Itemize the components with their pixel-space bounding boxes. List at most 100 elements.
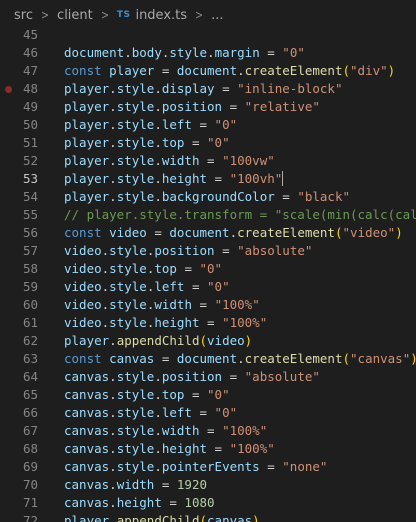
code-token: body bbox=[131, 45, 162, 60]
code-token: appendChild bbox=[116, 333, 200, 348]
code-token: . bbox=[154, 405, 162, 420]
code-line[interactable]: 65 canvas.style.top = "0" bbox=[0, 386, 416, 404]
code-token: = bbox=[154, 351, 177, 366]
code-text: player.style.position = "relative" bbox=[64, 98, 320, 116]
code-text: const canvas = document.createElement("c… bbox=[64, 350, 416, 368]
code-line[interactable]: 66 canvas.style.left = "0" bbox=[0, 404, 416, 422]
code-editor[interactable]: src > client > TS index.ts > ... 45 46 doc… bbox=[0, 0, 416, 522]
code-token: = bbox=[199, 423, 223, 438]
code-token: "0" bbox=[214, 117, 238, 132]
code-line[interactable]: 69 canvas.style.pointerEvents = "none" bbox=[0, 458, 416, 476]
code-token: backgroundColor bbox=[161, 189, 275, 204]
code-token: . bbox=[109, 333, 117, 348]
code-text: player.style.display = "inline-block" bbox=[64, 80, 342, 98]
code-token: margin bbox=[214, 45, 260, 60]
code-token: appendChild bbox=[116, 513, 200, 522]
code-line[interactable]: 63 const canvas = document.createElement(… bbox=[0, 350, 416, 368]
code-line[interactable]: 48 player.style.display = "inline-block" bbox=[0, 80, 416, 98]
code-line[interactable]: 45 bbox=[0, 26, 416, 44]
code-token: player bbox=[64, 153, 110, 168]
code-token: style bbox=[109, 315, 147, 330]
code-token: canvas bbox=[64, 495, 110, 510]
breadcrumb-item-src[interactable]: src bbox=[14, 8, 33, 23]
line-number: 71 bbox=[22, 495, 38, 510]
code-token: "100vh" bbox=[229, 171, 283, 186]
code-token: . bbox=[124, 45, 132, 60]
code-line[interactable]: 64 canvas.style.position = "absolute" bbox=[0, 368, 416, 386]
code-line[interactable]: 46 document.body.style.margin = "0" bbox=[0, 44, 416, 62]
code-token: top bbox=[161, 387, 185, 402]
code-line[interactable]: 56 const video = document.createElement("… bbox=[0, 224, 416, 242]
code-token: style bbox=[116, 369, 155, 384]
text-cursor bbox=[282, 171, 284, 186]
code-line[interactable]: 59 video.style.left = "0" bbox=[0, 278, 416, 296]
code-token: "100%" bbox=[222, 423, 268, 438]
code-text: video.style.width = "100%" bbox=[64, 296, 260, 314]
code-line[interactable]: 49 player.style.position = "relative" bbox=[0, 98, 416, 116]
code-token: player bbox=[64, 117, 110, 132]
breakpoint-icon[interactable] bbox=[5, 86, 12, 93]
code-token: const bbox=[64, 63, 110, 78]
code-line[interactable]: 60 video.style.width = "100%" bbox=[0, 296, 416, 314]
code-token: height bbox=[161, 171, 208, 186]
code-token: ( bbox=[342, 351, 351, 366]
code-token: = bbox=[214, 81, 238, 96]
code-line[interactable]: 52 player.style.width = "100vw" bbox=[0, 152, 416, 170]
code-token: left bbox=[154, 279, 185, 294]
code-token: top bbox=[154, 261, 177, 276]
code-line[interactable]: 71 canvas.height = 1080 bbox=[0, 494, 416, 512]
code-line[interactable]: 47 const player = document.createElement(… bbox=[0, 62, 416, 80]
code-token: . bbox=[207, 45, 215, 60]
line-number: 52 bbox=[22, 153, 38, 168]
breadcrumb-item-symbol[interactable]: ... bbox=[211, 8, 223, 23]
code-token: video bbox=[109, 225, 147, 240]
code-token: . bbox=[109, 369, 117, 384]
code-token: document bbox=[176, 63, 238, 78]
code-token: ) bbox=[252, 513, 260, 522]
code-line[interactable]: 62 player.appendChild(video) bbox=[0, 332, 416, 350]
line-number: 55 bbox=[22, 207, 38, 222]
code-line[interactable]: 50 player.style.left = "0" bbox=[0, 116, 416, 134]
code-line[interactable]: 57 video.style.position = "absolute" bbox=[0, 242, 416, 260]
code-token: const bbox=[64, 351, 110, 366]
code-token: style bbox=[116, 81, 155, 96]
code-token: style bbox=[116, 405, 155, 420]
code-line[interactable]: 58 video.style.top = "0" bbox=[0, 260, 416, 278]
line-number: 60 bbox=[22, 297, 38, 312]
chevron-right-icon: > bbox=[100, 8, 109, 22]
line-number: 68 bbox=[22, 441, 38, 456]
code-line[interactable]: 54 player.style.backgroundColor = "black" bbox=[0, 188, 416, 206]
breadcrumb-item-file[interactable]: index.ts bbox=[135, 8, 187, 23]
code-token: ( bbox=[334, 225, 343, 240]
code-line[interactable]: 55 // player.style.transform = "scale(min… bbox=[0, 206, 416, 224]
code-token: = bbox=[199, 315, 223, 330]
code-token: ( bbox=[199, 513, 208, 522]
code-token: height bbox=[154, 315, 200, 330]
code-token: style bbox=[169, 45, 208, 60]
line-number: 62 bbox=[22, 333, 38, 348]
code-line[interactable]: 68 canvas.style.height = "100%" bbox=[0, 440, 416, 458]
line-number: 64 bbox=[22, 369, 38, 384]
code-token: ) bbox=[244, 333, 253, 348]
code-line[interactable]: 53 player.style.height = "100vh" bbox=[0, 170, 416, 188]
code-token: left bbox=[161, 117, 192, 132]
code-token: . bbox=[229, 225, 238, 240]
code-line[interactable]: 51 player.style.top = "0" bbox=[0, 134, 416, 152]
code-token: . bbox=[109, 189, 117, 204]
code-token: style bbox=[116, 171, 155, 186]
breadcrumb-item-client[interactable]: client bbox=[57, 8, 93, 23]
code-line[interactable]: 67 canvas.style.width = "100%" bbox=[0, 422, 416, 440]
code-line[interactable]: 70 canvas.width = 1920 bbox=[0, 476, 416, 494]
code-token: canvas bbox=[64, 405, 110, 420]
code-token: . bbox=[154, 423, 162, 438]
code-text: const video = document.createElement("vi… bbox=[64, 224, 403, 242]
code-token: player bbox=[64, 189, 110, 204]
code-line[interactable]: 72 player.appendChild(canvas) bbox=[0, 512, 416, 522]
code-token: player bbox=[64, 513, 110, 522]
code-token: "100%" bbox=[222, 315, 268, 330]
code-text: player.style.backgroundColor = "black" bbox=[64, 188, 350, 206]
line-number: 51 bbox=[22, 135, 38, 150]
code-line[interactable]: 61 video.style.height = "100%" bbox=[0, 314, 416, 332]
code-token: video bbox=[64, 243, 102, 258]
code-lines[interactable]: 45 46 document.body.style.margin = "0" 47 co… bbox=[0, 26, 416, 522]
